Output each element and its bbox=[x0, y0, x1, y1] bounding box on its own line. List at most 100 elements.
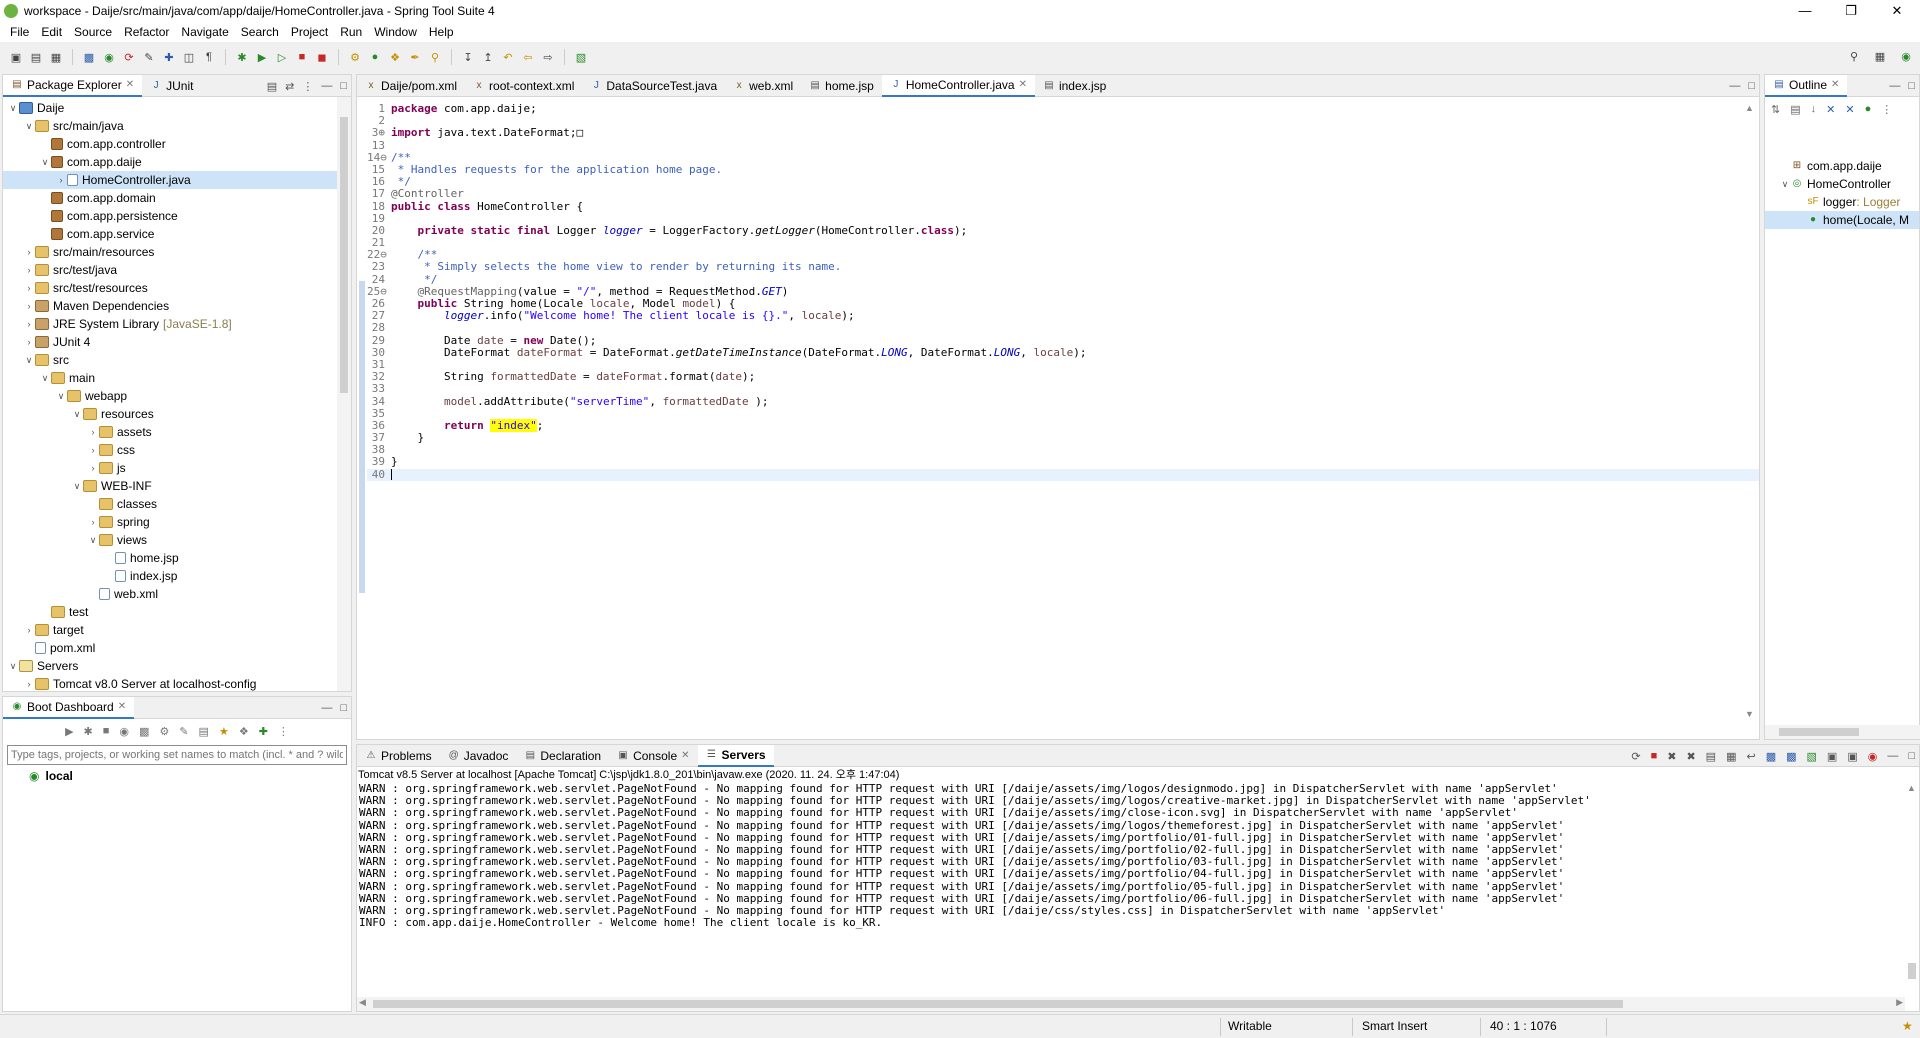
code-line[interactable]: 15 * Handles requests for the applicatio… bbox=[367, 163, 1759, 176]
code-line[interactable]: 13 bbox=[367, 139, 1759, 152]
code-line[interactable]: 39} bbox=[367, 456, 1759, 468]
editor-tab[interactable]: ▤ home.jsp bbox=[801, 75, 882, 97]
editor-tab[interactable]: x root-context.xml bbox=[465, 75, 582, 97]
editor-scrollbar[interactable]: ▲ ▼ bbox=[1745, 103, 1757, 719]
menu-source[interactable]: Source bbox=[68, 25, 118, 39]
next-annotation-icon[interactable]: ↧ bbox=[460, 49, 476, 65]
open-browser-icon[interactable]: ◉ bbox=[119, 725, 129, 738]
filter-input[interactable] bbox=[7, 745, 347, 765]
console-output[interactable]: WARN : org.springframework.web.servlet.P… bbox=[357, 782, 1919, 929]
collapse-all-icon[interactable]: ▤ bbox=[267, 80, 277, 93]
tab-boot-dashboard[interactable]: ◉ Boot Dashboard ✕ bbox=[3, 696, 135, 719]
expanded-chevron-icon[interactable]: ∨ bbox=[39, 153, 51, 171]
sort-icon[interactable]: ⇅ bbox=[1771, 103, 1780, 151]
maximize-button[interactable]: ❐ bbox=[1828, 0, 1874, 22]
edit-icon[interactable]: ✎ bbox=[179, 725, 188, 738]
tree-item[interactable]: › js bbox=[3, 459, 351, 477]
minimize-view-icon[interactable]: — bbox=[1729, 80, 1740, 92]
refresh-icon[interactable]: ⟳ bbox=[121, 49, 137, 65]
close-tab-icon[interactable]: ✕ bbox=[681, 745, 689, 767]
pin-editor-icon[interactable]: ▧ bbox=[573, 49, 589, 65]
lightbulb-icon[interactable]: ★ bbox=[1902, 1019, 1913, 1033]
open-console-icon[interactable]: ▩ bbox=[81, 49, 97, 65]
tree-item[interactable]: › HomeController.java bbox=[3, 171, 351, 189]
code-line[interactable]: 3⊕ import java.text.DateFormat;□ bbox=[367, 127, 1759, 139]
tab-declaration[interactable]: ▤ Declaration bbox=[516, 745, 609, 767]
tab-outline[interactable]: ▤ Outline ✕ bbox=[1765, 74, 1848, 97]
collapsed-chevron-icon[interactable]: › bbox=[23, 243, 35, 261]
stop-icon[interactable]: ■ bbox=[294, 49, 310, 65]
new-java-class-icon[interactable]: ⚙ bbox=[347, 49, 363, 65]
editor-tab[interactable]: J DataSourceTest.java bbox=[582, 75, 725, 97]
expanded-chevron-icon[interactable]: ∨ bbox=[87, 531, 99, 549]
close-tab-icon[interactable]: ✕ bbox=[1019, 74, 1027, 96]
tree-item[interactable]: › target bbox=[3, 621, 351, 639]
tree-item[interactable]: ∨ Daije bbox=[3, 99, 351, 117]
pin-console-icon[interactable]: ▧ bbox=[1807, 750, 1817, 763]
run-external-icon[interactable]: ▷ bbox=[274, 49, 290, 65]
view-menu-icon[interactable]: ⋮ bbox=[302, 80, 313, 93]
code-line[interactable]: 35 bbox=[367, 407, 1759, 420]
scroll-left-icon[interactable]: ◀ bbox=[359, 997, 366, 1008]
tree-item[interactable]: test bbox=[3, 603, 351, 621]
tree-item[interactable]: ∨ WEB-INF bbox=[3, 477, 351, 495]
tree-item[interactable]: › src/test/resources bbox=[3, 279, 351, 297]
lightbulb-icon[interactable]: ★ bbox=[219, 725, 229, 738]
open-console-icon[interactable]: ▣ bbox=[1847, 750, 1857, 763]
tree-item[interactable]: com.app.domain bbox=[3, 189, 351, 207]
search-icon[interactable]: ⚲ bbox=[1846, 48, 1862, 64]
tree-item[interactable]: ∨ com.app.daije bbox=[3, 153, 351, 171]
remove-launch-icon[interactable]: ✖ bbox=[1667, 750, 1676, 763]
expanded-chevron-icon[interactable]: ∨ bbox=[23, 117, 35, 135]
debug-icon[interactable]: ✱ bbox=[84, 725, 93, 738]
collapsed-chevron-icon[interactable]: › bbox=[87, 459, 99, 477]
code-line[interactable]: 34 model.addAttribute("serverTime", form… bbox=[367, 395, 1759, 408]
tree-item[interactable]: › spring bbox=[3, 513, 351, 531]
menu-refactor[interactable]: Refactor bbox=[118, 25, 175, 39]
editor-tab[interactable]: x Daije/pom.xml bbox=[357, 75, 465, 97]
minimize-view-icon[interactable]: — bbox=[1889, 80, 1900, 92]
tab-package-explorer[interactable]: ▤ Package Explorer ✕ bbox=[3, 74, 143, 97]
menu-window[interactable]: Window bbox=[368, 25, 423, 39]
show-on-stdout-icon[interactable]: ▩ bbox=[1766, 750, 1776, 763]
menu-project[interactable]: Project bbox=[285, 25, 334, 39]
expanded-chevron-icon[interactable]: ∨ bbox=[71, 477, 83, 495]
collapsed-chevron-icon[interactable]: › bbox=[23, 261, 35, 279]
code-line[interactable]: 30 DateFormat dateFormat = DateFormat.ge… bbox=[367, 346, 1759, 359]
previous-annotation-icon[interactable]: ↥ bbox=[480, 49, 496, 65]
tree-item[interactable]: com.app.controller bbox=[3, 135, 351, 153]
code-line[interactable]: 16 */ bbox=[367, 175, 1759, 188]
maximize-view-icon[interactable]: □ bbox=[1908, 80, 1915, 92]
close-button[interactable]: ✕ bbox=[1874, 0, 1920, 22]
tab-junit[interactable]: J JUnit bbox=[142, 75, 201, 97]
code-editor[interactable]: 1 package com.app.daije; 2 3⊕ import java.te… bbox=[357, 97, 1759, 481]
menu-run[interactable]: Run bbox=[334, 25, 368, 39]
collapsed-chevron-icon[interactable]: › bbox=[23, 315, 35, 333]
scroll-down-icon[interactable]: ▼ bbox=[1745, 709, 1754, 719]
code-line[interactable]: 40 bbox=[367, 468, 1759, 481]
tree-item[interactable]: › Tomcat v8.0 Server at localhost-config bbox=[3, 675, 351, 693]
view-menu-icon[interactable]: ⋮ bbox=[278, 725, 289, 738]
show-whitespace-icon[interactable]: ¶ bbox=[201, 49, 217, 65]
tree-item[interactable]: › css bbox=[3, 441, 351, 459]
scroll-right-icon[interactable]: ▶ bbox=[1896, 997, 1903, 1008]
stop-icon[interactable]: ■ bbox=[103, 725, 110, 737]
scroll-up-icon[interactable]: ▲ bbox=[1907, 783, 1916, 793]
collapsed-chevron-icon[interactable]: › bbox=[23, 333, 35, 351]
terminate-icon[interactable]: ■ bbox=[1651, 750, 1658, 762]
search-toolbar-icon[interactable]: ⚲ bbox=[427, 49, 443, 65]
last-edit-location-icon[interactable]: ↶ bbox=[500, 49, 516, 65]
spring-boot-icon[interactable]: ◉ bbox=[101, 49, 117, 65]
outline-item[interactable]: ● home(Locale, M bbox=[1765, 211, 1919, 229]
outline-item[interactable]: ∨ ◎ HomeController bbox=[1765, 175, 1919, 193]
code-line[interactable]: 1 package com.app.daije; bbox=[367, 102, 1759, 115]
scroll-lock-icon[interactable]: ▦ bbox=[1726, 750, 1736, 763]
new-package-icon[interactable]: ● bbox=[367, 49, 383, 65]
code-line[interactable]: 37 } bbox=[367, 431, 1759, 444]
tab-console[interactable]: ▣ Console ✕ bbox=[609, 745, 697, 767]
tree-item[interactable]: index.jsp bbox=[3, 567, 351, 585]
code-line[interactable]: 32 String formattedDate = dateFormat.for… bbox=[367, 370, 1759, 383]
properties-icon[interactable]: ⚙ bbox=[159, 725, 169, 738]
code-line[interactable]: 27 logger.info("Welcome home! The client… bbox=[367, 309, 1759, 322]
collapsed-chevron-icon[interactable]: › bbox=[23, 675, 35, 693]
